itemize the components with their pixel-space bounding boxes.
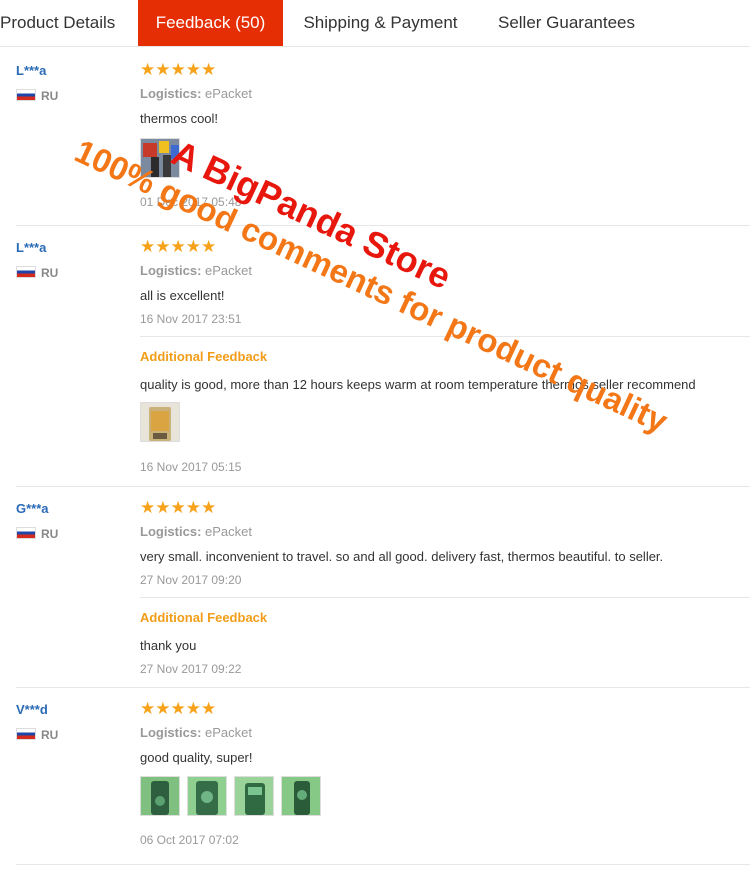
buyer-name[interactable]: G***a <box>16 501 49 516</box>
review-photo-thumbnail[interactable] <box>140 776 180 816</box>
star-rating: ★★★★★ <box>140 699 217 718</box>
feedback-text: all is excellent! <box>140 288 225 303</box>
feedback-date: 06 Oct 2017 07:02 <box>140 833 239 847</box>
flag-ru-icon <box>16 89 36 101</box>
feedback-text: good quality, super! <box>140 750 253 765</box>
star-rating: ★★★★★ <box>140 498 217 517</box>
review-photo-thumbnail[interactable] <box>140 402 180 442</box>
review-photo-thumbnail[interactable] <box>187 776 227 816</box>
buyer-country: RU <box>16 266 58 280</box>
logistics-label: Logistics: <box>140 725 202 740</box>
divider <box>16 687 750 688</box>
logistics-value: ePacket <box>205 524 253 539</box>
feedback-text: very small. inconvenient to travel. so a… <box>140 549 664 564</box>
tab-seller-guarantees[interactable]: Seller Guarantees <box>478 0 655 46</box>
star-rating: ★★★★★ <box>140 237 217 256</box>
star-rating: ★★★★★ <box>140 60 217 79</box>
tab-bar: Product Details Feedback (50) Shipping &… <box>0 0 750 47</box>
additional-feedback-date: 27 Nov 2017 09:22 <box>140 662 242 676</box>
feedback-text: thermos cool! <box>140 111 219 126</box>
logistics-info: Logistics: ePacket <box>140 725 252 740</box>
buyer-name[interactable]: L***a <box>16 63 46 78</box>
logistics-label: Logistics: <box>140 263 202 278</box>
buyer-country: RU <box>16 728 58 742</box>
logistics-info: Logistics: ePacket <box>140 524 252 539</box>
buyer-country: RU <box>16 89 58 103</box>
buyer-country: RU <box>16 527 58 541</box>
flag-ru-icon <box>16 527 36 539</box>
buyer-name[interactable]: V***d <box>16 702 48 717</box>
logistics-info: Logistics: ePacket <box>140 263 252 278</box>
feedback-date: 27 Nov 2017 09:20 <box>140 573 242 587</box>
flag-ru-icon <box>16 728 36 740</box>
logistics-value: ePacket <box>205 86 253 101</box>
tab-product-details[interactable]: Product Details <box>0 0 139 46</box>
country-code: RU <box>41 89 59 103</box>
feedback-date: 16 Nov 2017 23:51 <box>140 312 242 326</box>
additional-feedback-text: thank you <box>140 638 197 653</box>
buyer-name[interactable]: L***a <box>16 240 46 255</box>
country-code: RU <box>41 527 59 541</box>
divider <box>16 486 750 487</box>
additional-feedback-heading: Additional Feedback <box>140 610 268 625</box>
tab-shipping-payment[interactable]: Shipping & Payment <box>283 0 478 46</box>
review-photo-thumbnail[interactable] <box>281 776 321 816</box>
logistics-label: Logistics: <box>140 524 202 539</box>
country-code: RU <box>41 728 59 742</box>
tab-feedback[interactable]: Feedback (50) <box>138 0 283 46</box>
flag-ru-icon <box>16 266 36 278</box>
logistics-label: Logistics: <box>140 86 202 101</box>
divider <box>16 864 750 865</box>
logistics-value: ePacket <box>205 725 253 740</box>
logistics-info: Logistics: ePacket <box>140 86 252 101</box>
additional-feedback-date: 16 Nov 2017 05:15 <box>140 460 242 474</box>
review-photo-thumbnail[interactable] <box>234 776 274 816</box>
logistics-value: ePacket <box>205 263 253 278</box>
country-code: RU <box>41 266 59 280</box>
store-watermark-slogan: 100% good comments for product quality <box>69 132 674 440</box>
additional-feedback-heading: Additional Feedback <box>140 349 268 364</box>
divider <box>140 597 750 598</box>
